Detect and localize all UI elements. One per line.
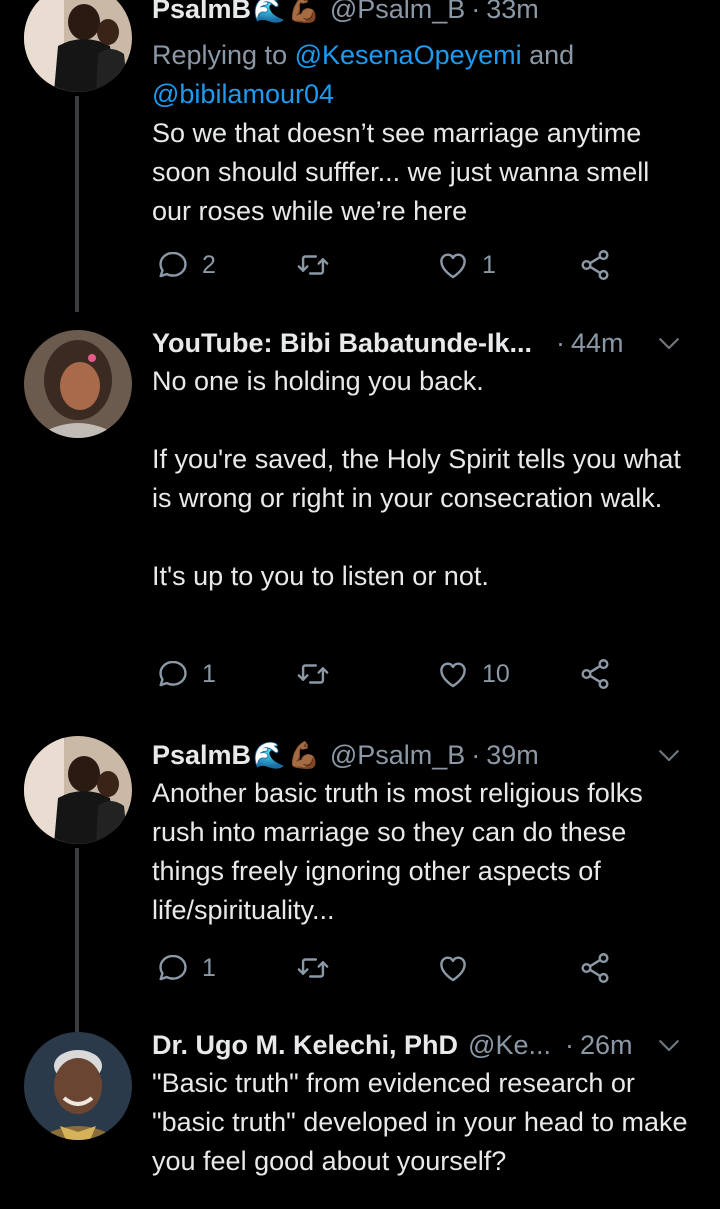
share-icon xyxy=(578,248,612,282)
tweet-header: Dr. Ugo M. Kelechi, PhD @Ke... · 26m xyxy=(152,1026,692,1064)
like-icon xyxy=(436,248,470,282)
display-name[interactable]: PsalmB xyxy=(152,0,251,25)
wave-emoji: 🌊 xyxy=(253,739,286,770)
retweet-icon xyxy=(296,657,330,691)
avatar[interactable] xyxy=(24,736,132,844)
retweet-icon xyxy=(296,951,330,985)
like-icon xyxy=(436,657,470,691)
flexed-biceps-emoji: 💪🏾 xyxy=(287,0,320,24)
tweet-actions: 1 10 xyxy=(152,654,622,694)
reply-icon xyxy=(156,248,190,282)
tweet-actions: 1 xyxy=(152,948,622,988)
thread-line xyxy=(75,848,79,1032)
chevron-down-icon[interactable] xyxy=(654,740,684,770)
flexed-biceps-emoji: 💪🏾 xyxy=(287,739,320,770)
tweet-text: No one is holding you back. If you're sa… xyxy=(152,366,681,591)
like-count: 1 xyxy=(482,250,496,279)
display-name[interactable]: PsalmB xyxy=(152,740,251,771)
thread-line xyxy=(75,96,79,312)
chevron-down-icon[interactable] xyxy=(654,328,684,358)
user-handle[interactable]: @Ke... xyxy=(468,1030,551,1061)
share-button[interactable] xyxy=(578,248,612,282)
like-button[interactable]: 1 xyxy=(436,248,496,282)
timestamp[interactable]: 33m xyxy=(486,0,539,25)
chevron-down-icon[interactable] xyxy=(654,0,684,8)
tweet-actions: 2 1 xyxy=(152,245,622,285)
retweet-icon xyxy=(296,248,330,282)
share-button[interactable] xyxy=(578,657,612,691)
reply-count: 2 xyxy=(202,250,216,279)
like-count: 10 xyxy=(482,659,510,688)
share-icon xyxy=(578,657,612,691)
reply-button[interactable]: 2 xyxy=(156,248,216,282)
tweet-text: So we that doesn’t see marriage anytime … xyxy=(152,118,650,226)
reply-icon xyxy=(156,657,190,691)
chevron-down-icon[interactable] xyxy=(654,1030,684,1060)
separator: · xyxy=(471,739,481,770)
retweet-button[interactable] xyxy=(296,951,330,985)
reply-button[interactable]: 1 xyxy=(156,951,216,985)
avatar[interactable] xyxy=(24,330,132,438)
separator: · xyxy=(471,0,481,24)
retweet-button[interactable] xyxy=(296,248,330,282)
separator: · xyxy=(565,1029,574,1060)
timestamp[interactable]: 44m xyxy=(571,328,624,359)
tweet-header: PsalmB 🌊 💪🏾 @Psalm_B · 39m xyxy=(152,736,692,774)
mention-link[interactable]: @KesenaOpeyemi xyxy=(295,40,522,70)
user-handle[interactable]: @Psalm_B xyxy=(330,740,465,771)
reply-count: 1 xyxy=(202,953,216,982)
timestamp[interactable]: 39m xyxy=(486,740,539,771)
avatar[interactable] xyxy=(24,0,132,92)
retweet-button[interactable] xyxy=(296,657,330,691)
reply-button[interactable]: 1 xyxy=(156,657,216,691)
tweet-text: Another basic truth is most religious fo… xyxy=(152,778,643,925)
reply-count: 1 xyxy=(202,659,216,688)
share-icon xyxy=(578,951,612,985)
like-button[interactable]: 10 xyxy=(436,657,510,691)
wave-emoji: 🌊 xyxy=(253,0,286,24)
user-handle[interactable]: @Psalm_B xyxy=(330,0,465,25)
replying-to: Replying to @KesenaOpeyemi and @bibilamo… xyxy=(152,40,575,109)
display-name[interactable]: Dr. Ugo M. Kelechi, PhD xyxy=(152,1030,458,1061)
like-button[interactable] xyxy=(436,951,470,985)
timestamp[interactable]: 26m xyxy=(580,1030,633,1061)
separator: · xyxy=(556,327,565,358)
share-button[interactable] xyxy=(578,951,612,985)
tweet-header: PsalmB 🌊 💪🏾 @Psalm_B · 33m xyxy=(152,0,692,28)
tweet-text: "Basic truth" from evidenced research or… xyxy=(152,1068,688,1176)
reply-thread: PsalmB 🌊 💪🏾 @Psalm_B · 33m Replying to @… xyxy=(0,0,720,1209)
mention-link[interactable]: @bibilamour04 xyxy=(152,79,334,109)
reply-icon xyxy=(156,951,190,985)
tweet-header: YouTube: Bibi Babatunde-Ik... · 44m xyxy=(152,324,692,362)
display-name[interactable]: YouTube: Bibi Babatunde-Ik... xyxy=(152,328,532,359)
like-icon xyxy=(436,951,470,985)
avatar[interactable] xyxy=(24,1032,132,1140)
